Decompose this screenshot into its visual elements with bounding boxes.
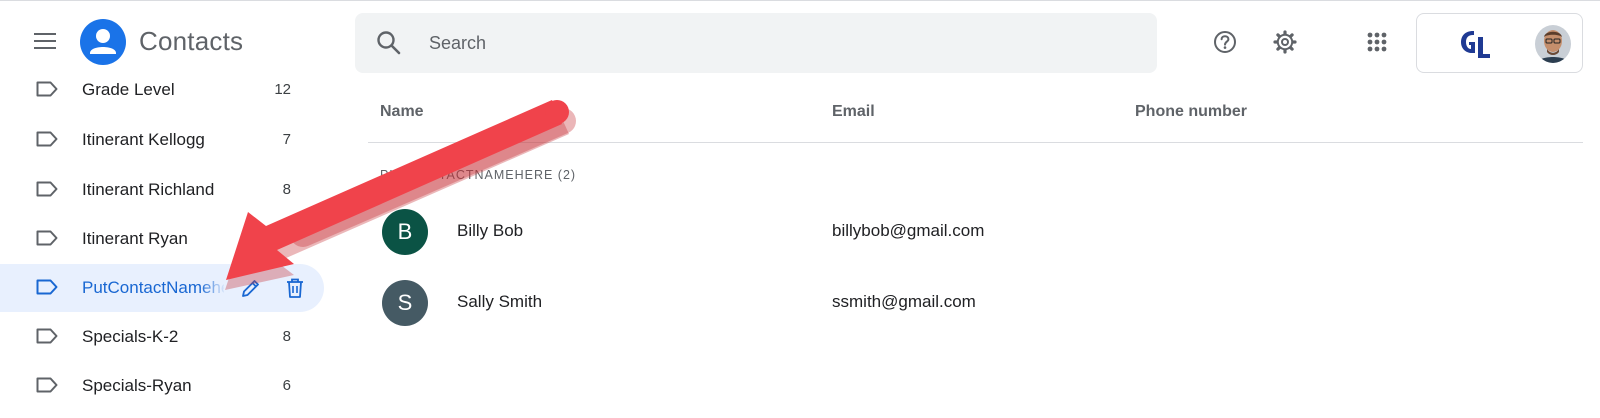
- contact-name: Billy Bob: [457, 221, 524, 240]
- settings-icon[interactable]: [1265, 22, 1305, 62]
- account-avatar[interactable]: [1535, 25, 1571, 63]
- contacts-logo-icon[interactable]: [80, 19, 126, 65]
- menu-icon-bar: [34, 47, 56, 49]
- top-border: [0, 0, 1600, 1]
- column-header-name[interactable]: Name: [380, 103, 424, 121]
- help-icon[interactable]: [1205, 22, 1245, 62]
- sidebar-label-item[interactable]: Itinerant Kellogg 7: [0, 116, 324, 164]
- label-icon: [36, 181, 58, 202]
- label-icon: [36, 131, 58, 152]
- sidebar-label-item-active[interactable]: PutContactNamehere: [0, 264, 324, 312]
- account-switcher[interactable]: [1416, 13, 1583, 73]
- delete-label-trash-icon[interactable]: [283, 276, 307, 300]
- label-name: Itinerant Richland: [82, 180, 215, 199]
- label-count: 12: [274, 81, 291, 98]
- contact-name: Sally Smith: [457, 292, 543, 311]
- menu-icon-bar: [34, 40, 56, 42]
- label-icon: [36, 279, 58, 300]
- label-name: Specials-K-2: [82, 327, 179, 346]
- label-name-fade: [200, 274, 226, 302]
- label-name: Specials-Ryan: [82, 376, 192, 395]
- label-count: 8: [282, 328, 291, 345]
- label-name: Grade Level: [82, 80, 175, 99]
- label-count: 6: [282, 377, 291, 394]
- column-header-phone[interactable]: Phone number: [1135, 103, 1247, 121]
- label-name: Itinerant Ryan: [82, 229, 188, 248]
- menu-icon-bar: [34, 33, 56, 35]
- label-count: 8: [282, 181, 291, 198]
- contact-avatar[interactable]: S: [382, 280, 428, 326]
- contacts-app: Contacts Search Grade Level 12 Itinerant…: [0, 0, 1600, 418]
- label-count: 9: [282, 230, 291, 247]
- organization-logo-icon: [1457, 27, 1493, 61]
- sidebar-label-item[interactable]: Specials-Ryan 6: [0, 362, 324, 410]
- contact-row[interactable]: B Billy Bob billybob@gmail.com: [368, 197, 1583, 267]
- label-icon: [36, 377, 58, 398]
- label-icon: [36, 328, 58, 349]
- contact-email: billybob@gmail.com: [832, 221, 985, 240]
- sidebar-label-item[interactable]: Itinerant Richland 8: [0, 166, 324, 214]
- label-icon: [36, 230, 58, 251]
- search-icon[interactable]: [375, 29, 403, 62]
- sidebar-label-item[interactable]: Itinerant Ryan 9: [0, 215, 324, 263]
- column-header-email[interactable]: Email: [832, 103, 875, 121]
- main-menu-button[interactable]: [26, 27, 62, 55]
- header-divider: [368, 142, 1583, 143]
- app-title: Contacts: [139, 26, 244, 56]
- contact-row[interactable]: S Sally Smith ssmith@gmail.com: [368, 268, 1583, 338]
- contact-email: ssmith@gmail.com: [832, 292, 976, 311]
- contact-avatar[interactable]: B: [382, 209, 428, 255]
- label-name: Itinerant Kellogg: [82, 130, 205, 149]
- search-bar[interactable]: [355, 13, 1157, 73]
- apps-grid-icon[interactable]: [1357, 22, 1397, 62]
- sidebar-label-item[interactable]: Specials-K-2 8: [0, 313, 324, 361]
- edit-label-pencil-icon[interactable]: [239, 276, 263, 300]
- sidebar-label-item[interactable]: Grade Level 12: [0, 66, 324, 114]
- label-icon: [36, 81, 58, 102]
- label-count: 7: [282, 131, 291, 148]
- search-input[interactable]: [429, 25, 1129, 61]
- group-label: PUTCONTACTNAMEHERE (2): [380, 168, 577, 182]
